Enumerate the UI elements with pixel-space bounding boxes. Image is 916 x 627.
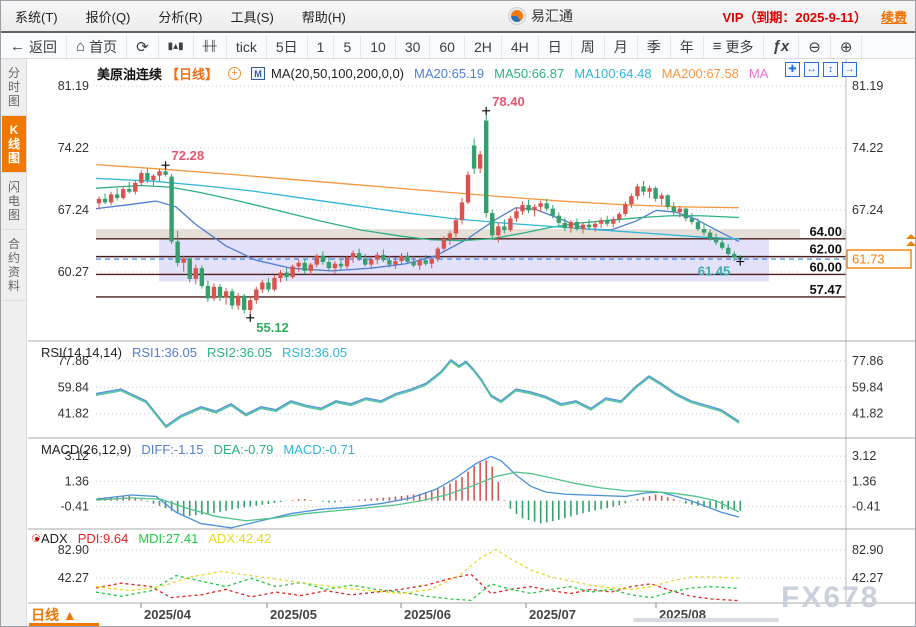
dea-line: [96, 472, 739, 521]
active-period-tab[interactable]: 日线 ▲: [31, 605, 77, 625]
support-zone: [159, 239, 769, 281]
ma200-line: [96, 165, 739, 208]
date-label: 2025/06: [404, 607, 451, 622]
hline-label: 57.47: [809, 282, 842, 297]
panel-right-tick: -0.41: [852, 500, 881, 514]
jump-latest-icon[interactable]: →: [842, 62, 857, 77]
ma20-value: MA20:65.19: [414, 66, 484, 81]
macd-header: MACD(26,12,9) DIFF:-1.15 DEA:-0.79 MACD:…: [41, 442, 355, 457]
rsi3-value: RSI3:36.05: [282, 345, 347, 360]
panel-right-tick: 82.90: [852, 543, 883, 557]
current-price-label: 61.73: [852, 252, 885, 267]
ma200-value: MA200:67.58: [662, 66, 739, 81]
main-right-tick: 81.19: [852, 79, 883, 93]
price-annotation: 72.28: [172, 148, 205, 163]
rsi-line: [96, 362, 739, 428]
fit-vertical-icon[interactable]: ↕: [823, 62, 838, 77]
rsi1-value: RSI1:36.05: [132, 345, 197, 360]
hline-label: 64.00: [809, 224, 842, 239]
hline-label: 62.00: [809, 242, 842, 257]
macd-value: MACD:-0.71: [283, 442, 355, 457]
pdi-value: PDI:9.64: [78, 531, 129, 546]
rsi-line: [96, 361, 739, 427]
rsi-line: [96, 360, 739, 426]
hline-label: 60.00: [809, 259, 842, 274]
panel-left-tick: -0.41: [61, 500, 90, 514]
add-indicator-icon[interactable]: +: [228, 67, 241, 80]
panel-right-tick: 1.36: [852, 474, 876, 488]
main-left-tick: 67.24: [58, 203, 89, 217]
period-tag: 【日线】: [166, 64, 218, 83]
panel-left-tick: 1.36: [65, 474, 89, 488]
price-annotation: 78.40: [492, 94, 525, 109]
price-annotation: 61.45: [698, 264, 731, 279]
mdi-value: MDI:27.41: [138, 531, 198, 546]
panel-right-tick: 3.12: [852, 449, 876, 463]
main-left-tick: 81.19: [58, 79, 89, 93]
active-period-underline: [29, 623, 99, 626]
chart-area: 81.19 74.22 67.24 60.27 81.19 74.22 67.24 64.00…: [1, 1, 916, 627]
main-left-tick: 74.22: [58, 141, 89, 155]
adx-line: [96, 549, 739, 593]
trading-app-window: 系统(T) 报价(Q) 分析(R) 工具(S) 帮助(H) 易汇通 VIP（到期…: [0, 0, 916, 627]
main-left-tick: 60.27: [58, 265, 89, 279]
panel-right-tick: 59.84: [852, 380, 883, 394]
horizontal-scrollbar[interactable]: [633, 618, 779, 622]
diff-value: DIFF:-1.15: [141, 442, 203, 457]
panel-right-tick: 41.82: [852, 407, 883, 421]
price-marker-icon: [906, 234, 916, 246]
indicator-settings-icon[interactable]: M: [251, 67, 265, 80]
crosshair-icon[interactable]: ✚: [785, 62, 800, 77]
rsi-header: RSI(14,14,14) RSI1:36.05 RSI2:36.05 RSI3…: [41, 345, 347, 360]
fit-horizontal-icon[interactable]: ↔: [804, 62, 819, 77]
date-label: 2025/04: [144, 607, 192, 622]
rsi2-value: RSI2:36.05: [207, 345, 272, 360]
diff-line: [96, 456, 739, 527]
date-label: 2025/07: [529, 607, 576, 622]
ma-params-label: MA(20,50,100,200,0,0): [271, 66, 404, 81]
macd-title: MACD(26,12,9): [41, 442, 131, 457]
alert-sun-icon[interactable]: [30, 532, 44, 546]
main-chart-header: 美原油连续 【日线】 + M MA(20,50,100,200,0,0) MA2…: [97, 64, 768, 83]
date-label: 2025/05: [270, 607, 317, 622]
ma100-value: MA100:64.48: [574, 66, 651, 81]
ma-extra-label: MA: [749, 66, 769, 81]
chart-mini-tools: ✚ ↔ ↕ →: [785, 62, 857, 77]
watermark: FX678: [781, 581, 879, 615]
adx-header: ADX PDI:9.64 MDI:27.41 ADX:42.42: [41, 531, 271, 546]
panel-left-tick: 59.84: [58, 380, 89, 394]
price-annotation: 55.12: [256, 320, 289, 335]
panel-right-tick: 77.86: [852, 354, 883, 368]
adx-title: ADX: [41, 531, 68, 546]
adx-value: ADX:42.42: [208, 531, 271, 546]
panel-left-tick: 41.82: [58, 407, 89, 421]
ma50-value: MA50:66.87: [494, 66, 564, 81]
symbol-name: 美原油连续: [97, 64, 162, 83]
main-right-tick: 74.22: [852, 141, 883, 155]
rsi-title: RSI(14,14,14): [41, 345, 122, 360]
main-right-tick: 67.24: [852, 203, 883, 217]
dea-value: DEA:-0.79: [213, 442, 273, 457]
panel-left-tick: 42.27: [58, 571, 89, 585]
